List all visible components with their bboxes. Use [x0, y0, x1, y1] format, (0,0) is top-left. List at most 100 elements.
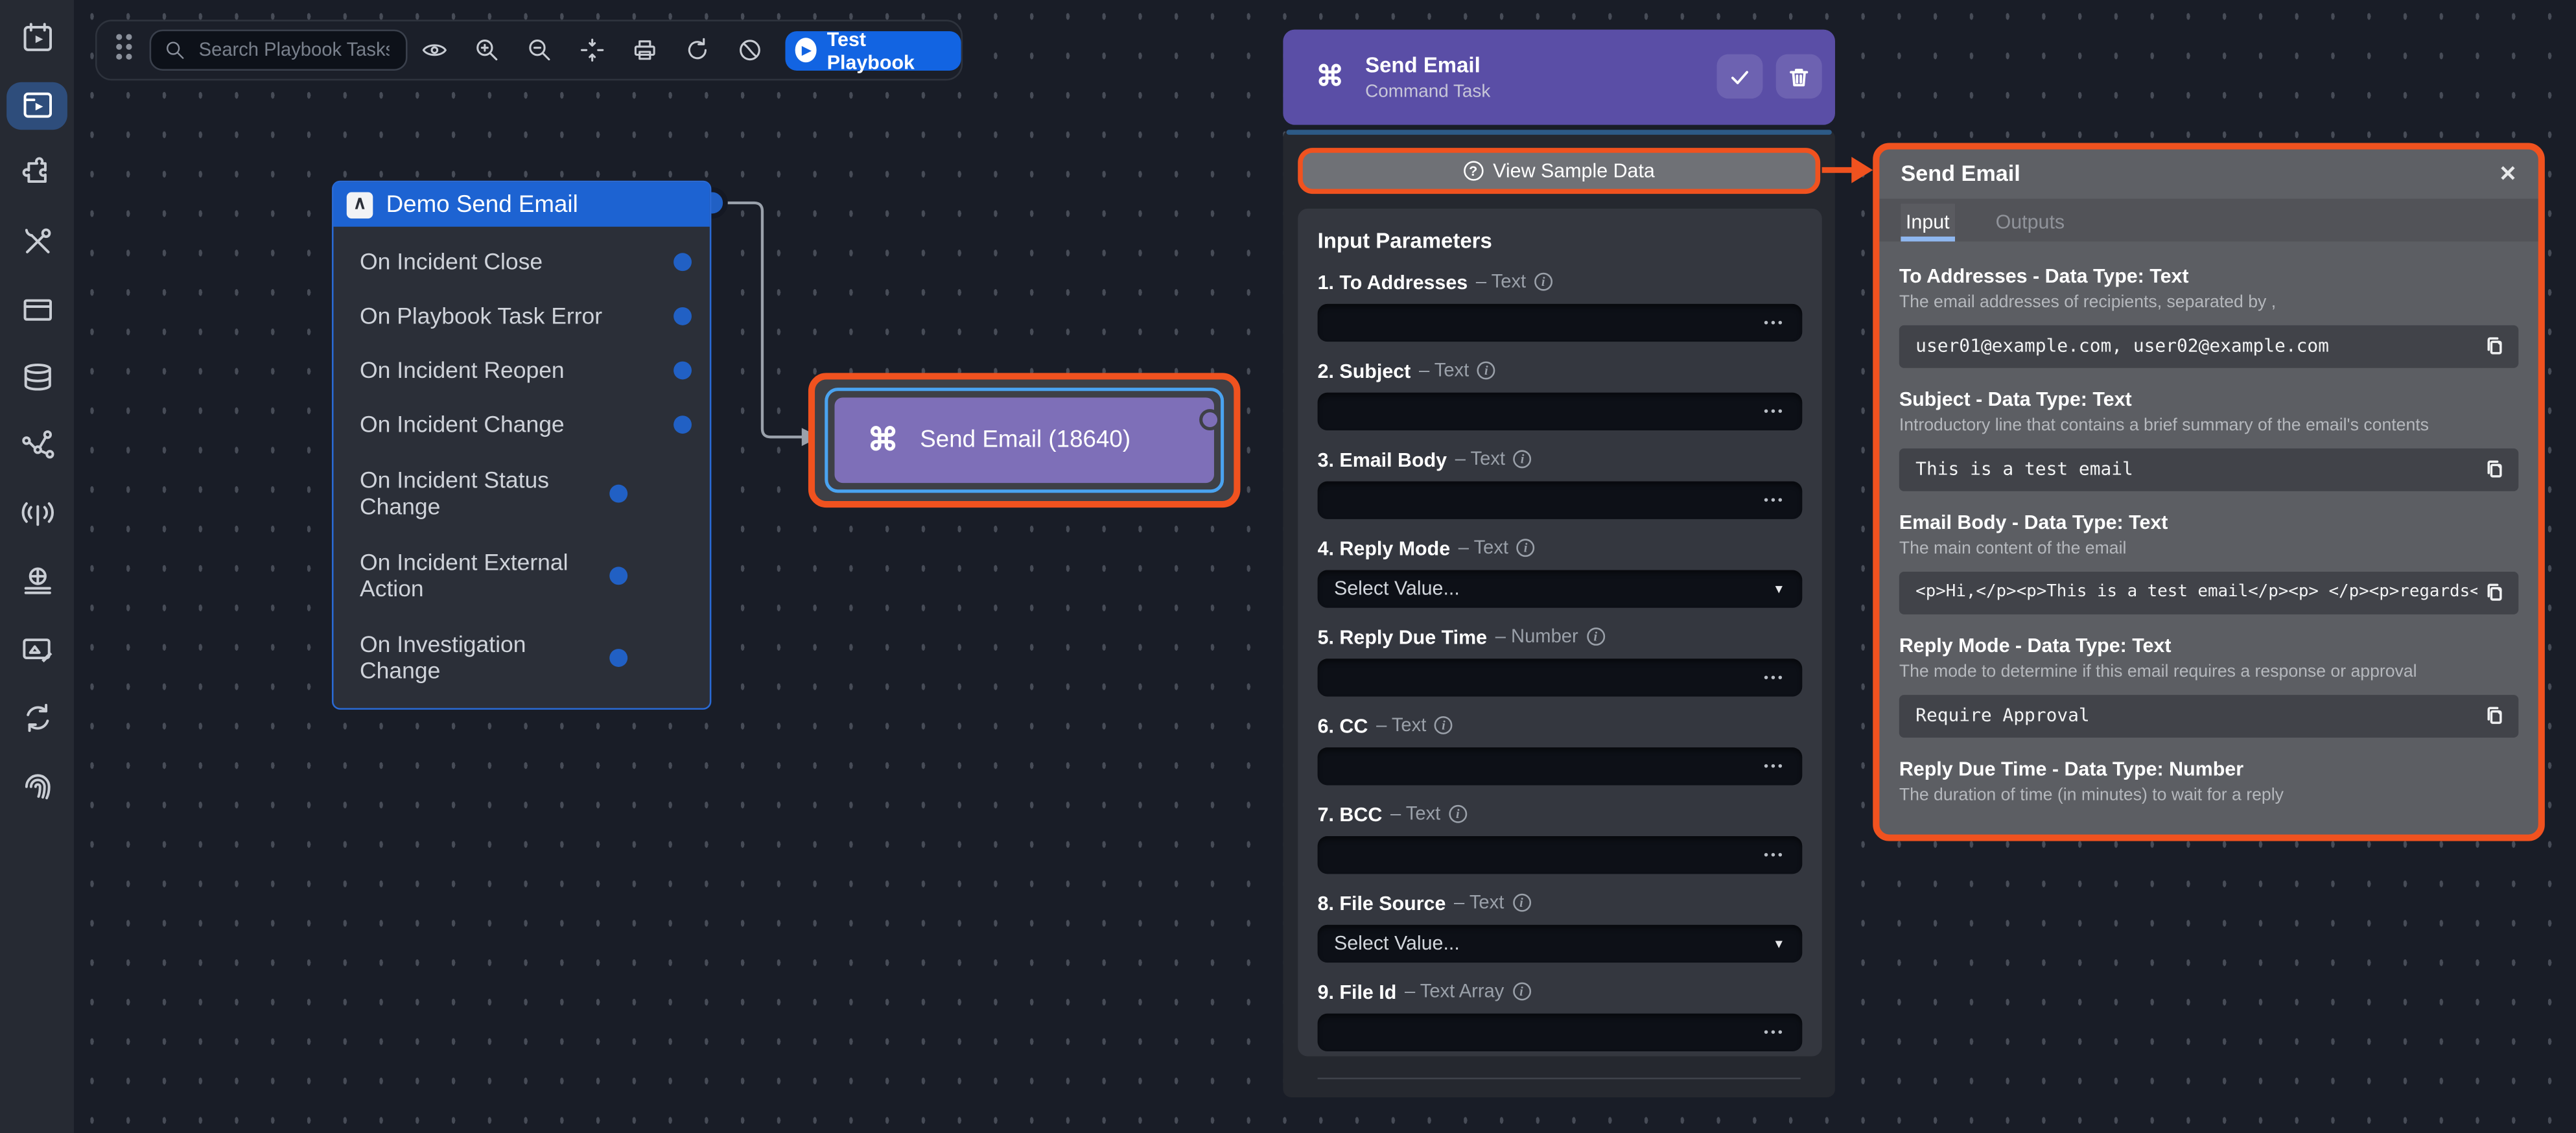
file-id-input[interactable]: •••: [1318, 1012, 1801, 1051]
sidebar-item-calendar-play[interactable]: [0, 3, 74, 71]
visibility-button[interactable]: [408, 25, 460, 75]
sidebar-item-apps[interactable]: [0, 139, 74, 207]
output-port[interactable]: [673, 307, 692, 325]
chevron-down-icon: ▼: [1773, 936, 1785, 951]
copy-icon[interactable]: [2484, 705, 2505, 726]
copy-icon[interactable]: [2484, 335, 2505, 356]
output-port[interactable]: [609, 648, 627, 666]
expand-editor-button[interactable]: •••: [1764, 315, 1785, 330]
command-icon: ⌘: [1316, 60, 1344, 93]
sidebar-item-sources[interactable]: [0, 479, 74, 547]
zoom-out-icon: [525, 36, 553, 64]
info-icon: i: [1514, 450, 1532, 468]
zoom-out-button[interactable]: [513, 25, 565, 75]
email-body-input[interactable]: •••: [1318, 480, 1801, 519]
copy-icon[interactable]: [2484, 458, 2505, 480]
to-addresses-input[interactable]: •••: [1318, 303, 1801, 342]
sample-panel-header: Send Email ✕: [1879, 148, 2538, 198]
output-row: On Incident External Action: [333, 534, 709, 616]
drag-handle[interactable]: [113, 30, 135, 70]
reply-due-time-input[interactable]: •••: [1318, 658, 1801, 697]
puzzle-icon: [19, 155, 55, 191]
chevron-down-icon: ▼: [1773, 581, 1785, 596]
calendar-play-icon: [19, 19, 55, 56]
check-icon: [1728, 65, 1751, 88]
sidebar-item-data[interactable]: [0, 344, 74, 412]
reply-mode-select[interactable]: Select Value... ▼: [1318, 569, 1801, 608]
tools-icon: [19, 223, 55, 259]
close-icon[interactable]: ✕: [2499, 160, 2517, 187]
subject-input[interactable]: •••: [1318, 391, 1801, 430]
test-playbook-button[interactable]: Test Playbook: [785, 30, 961, 70]
field-email-body: 3. Email Body – Text i •••: [1318, 448, 1801, 519]
field-file-source: 8. File Source – Text i Select Value... …: [1318, 891, 1801, 963]
task-subtitle: Command Task: [1365, 82, 1716, 101]
view-sample-data-button[interactable]: ? View Sample Data: [1298, 148, 1820, 193]
panel-footer-divider: [1318, 1078, 1801, 1080]
sidebar-item-cases[interactable]: [0, 615, 74, 683]
test-playbook-label: Test Playbook: [827, 27, 945, 73]
bcc-input[interactable]: •••: [1318, 835, 1801, 874]
sample-section-to-addresses: To Addresses - Data Type: Text The email…: [1899, 264, 2518, 368]
sidebar-item-network[interactable]: [0, 547, 74, 615]
file-source-select[interactable]: Select Value... ▼: [1318, 924, 1801, 963]
info-icon: i: [1586, 627, 1604, 646]
printer-icon: [630, 36, 658, 64]
collapse-node-button[interactable]: ∧: [347, 191, 373, 218]
tab-input[interactable]: Input: [1901, 203, 1954, 240]
cc-input[interactable]: •••: [1318, 747, 1801, 786]
app-sidebar: [0, 0, 74, 1133]
search-icon: [164, 40, 185, 61]
sample-value-box: This is a test email: [1899, 448, 2518, 491]
expand-editor-button[interactable]: •••: [1764, 670, 1785, 684]
info-icon: i: [1449, 805, 1467, 823]
send-email-node[interactable]: ⌘ Send Email (18640): [834, 397, 1213, 483]
sidebar-item-playbooks[interactable]: [0, 71, 74, 139]
info-icon: i: [1534, 273, 1552, 291]
input-parameters-title: Input Parameters: [1318, 228, 1801, 253]
sample-section-reply-mode: Reply Mode - Data Type: Text The mode to…: [1899, 633, 2518, 737]
field-cc: 6. CC – Text i •••: [1318, 714, 1801, 785]
zoom-in-icon: [473, 36, 500, 64]
active-highlight: [6, 82, 67, 129]
database-icon: [19, 359, 55, 395]
fit-to-canvas-button[interactable]: [565, 25, 618, 75]
zoom-in-button[interactable]: [460, 25, 513, 75]
confirm-task-button[interactable]: [1716, 54, 1762, 99]
expand-editor-button[interactable]: •••: [1764, 1025, 1785, 1040]
antenna-icon: [19, 495, 55, 531]
copy-icon[interactable]: [2484, 581, 2505, 603]
sidebar-item-utilities[interactable]: [0, 207, 74, 275]
expand-editor-button[interactable]: •••: [1764, 758, 1785, 773]
sidebar-item-tray[interactable]: [0, 275, 74, 344]
expand-editor-button[interactable]: •••: [1764, 404, 1785, 419]
output-port[interactable]: [673, 253, 692, 271]
task-header-card: ⌘ Send Email Command Task: [1283, 30, 1835, 124]
output-port[interactable]: [673, 362, 692, 380]
sample-value-box: Require Approval: [1899, 694, 2518, 737]
output-port[interactable]: [609, 566, 627, 584]
search-box[interactable]: [150, 30, 408, 71]
expand-editor-button[interactable]: •••: [1764, 493, 1785, 508]
output-port[interactable]: [609, 484, 627, 502]
globe-button[interactable]: [723, 25, 775, 75]
print-button[interactable]: [618, 25, 670, 75]
globe-icon: [735, 36, 763, 64]
expand-editor-button[interactable]: •••: [1764, 847, 1785, 862]
play-icon: [795, 38, 817, 62]
search-input[interactable]: [196, 39, 393, 62]
sample-data-panel: Send Email ✕ Input Outputs To Addresses …: [1873, 142, 2545, 840]
refresh-button[interactable]: [670, 25, 723, 75]
input-parameters-section: Input Parameters 1. To Addresses – Text …: [1297, 209, 1822, 1057]
demo-node-header[interactable]: ∧ Demo Send Email: [333, 182, 709, 226]
workflow-icon: [19, 427, 55, 463]
sidebar-item-workflow[interactable]: [0, 411, 74, 479]
demo-send-email-node[interactable]: ∧ Demo Send Email On Incident Close On P…: [332, 181, 711, 710]
output-port[interactable]: [673, 415, 692, 434]
tab-outputs[interactable]: Outputs: [1991, 203, 2070, 240]
sidebar-item-sync[interactable]: [0, 683, 74, 751]
delete-task-button[interactable]: [1776, 54, 1822, 99]
drag-handle-icon: [113, 30, 135, 62]
sidebar-item-identity[interactable]: [0, 751, 74, 819]
send-node-output-port[interactable]: [1199, 409, 1221, 430]
